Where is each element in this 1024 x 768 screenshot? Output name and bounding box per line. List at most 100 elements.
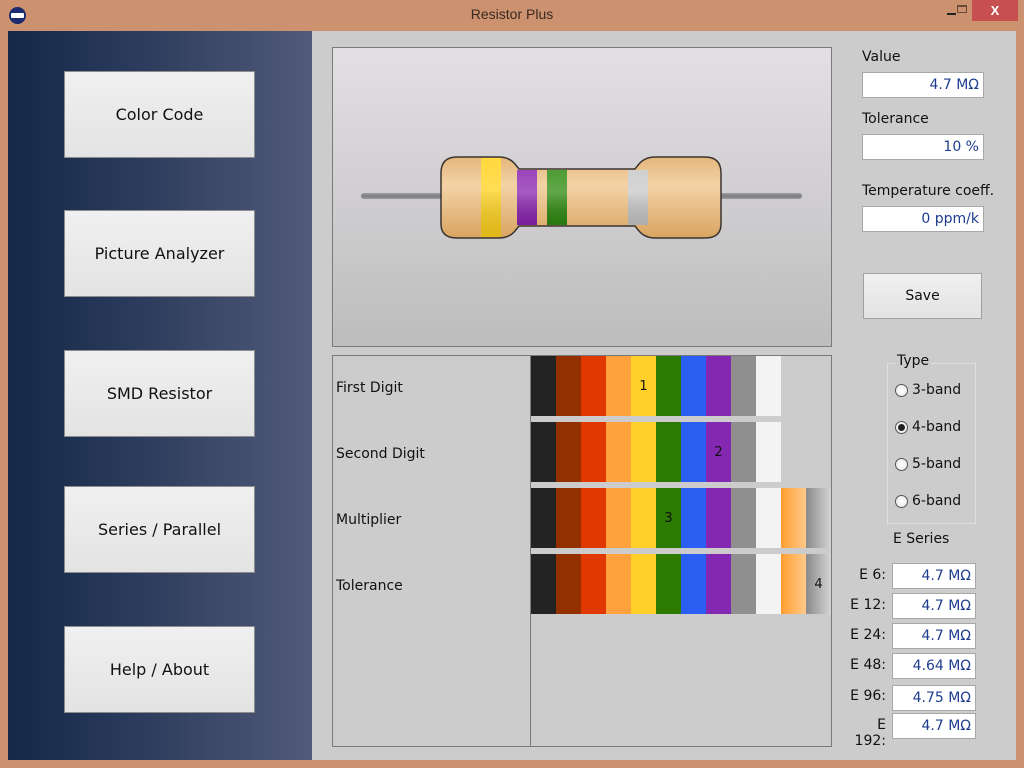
swatch-violet[interactable]: 2 bbox=[706, 422, 731, 482]
swatch-silver[interactable]: 4 bbox=[806, 554, 831, 614]
band-row-first-digit: 1 bbox=[531, 356, 781, 416]
tolerance-field[interactable]: 10 % bbox=[862, 134, 984, 160]
selected-marker: 3 bbox=[664, 510, 673, 526]
swatch-gray[interactable] bbox=[731, 488, 756, 548]
swatch-white[interactable] bbox=[756, 554, 781, 614]
swatch-blue[interactable] bbox=[681, 356, 706, 416]
row-label-first-digit: First Digit bbox=[336, 380, 403, 396]
value-field[interactable]: 4.7 MΩ bbox=[862, 72, 984, 98]
radio-label: 6-band bbox=[912, 493, 962, 509]
radio-label: 4-band bbox=[912, 419, 962, 435]
e48-value[interactable]: 4.64 MΩ bbox=[892, 653, 976, 679]
swatch-brown[interactable] bbox=[556, 488, 581, 548]
band-shading bbox=[628, 170, 648, 225]
tolerance-label: Tolerance bbox=[862, 111, 929, 127]
swatch-blue[interactable] bbox=[681, 422, 706, 482]
swatch-red[interactable] bbox=[581, 488, 606, 548]
swatch-white[interactable] bbox=[756, 488, 781, 548]
color-code-button[interactable]: Color Code bbox=[64, 71, 255, 158]
e6-label: E 6: bbox=[859, 567, 886, 583]
swatch-red[interactable] bbox=[581, 356, 606, 416]
resistor-drawing bbox=[361, 156, 802, 239]
title-bar: Resistor Plus X bbox=[0, 0, 1024, 31]
swatch-black[interactable] bbox=[531, 488, 556, 548]
sidebar: Color Code Picture Analyzer SMD Resistor… bbox=[8, 31, 312, 760]
maximize-button[interactable] bbox=[953, 0, 971, 21]
series-parallel-button[interactable]: Series / Parallel bbox=[64, 486, 255, 573]
radio-label: 3-band bbox=[912, 382, 962, 398]
swatch-green[interactable] bbox=[656, 356, 681, 416]
swatch-white[interactable] bbox=[756, 422, 781, 482]
radio-icon bbox=[895, 494, 908, 508]
tempco-field[interactable]: 0 ppm/k bbox=[862, 206, 984, 232]
e6-value[interactable]: 4.7 MΩ bbox=[892, 563, 976, 589]
close-button[interactable]: X bbox=[972, 0, 1018, 21]
selected-marker: 1 bbox=[639, 378, 648, 394]
e96-value[interactable]: 4.75 MΩ bbox=[892, 685, 976, 711]
selected-marker: 4 bbox=[814, 576, 823, 592]
swatch-silver[interactable] bbox=[806, 488, 831, 548]
band-selector-table: First Digit Second Digit Multiplier Tole… bbox=[332, 355, 832, 747]
swatch-brown[interactable] bbox=[556, 422, 581, 482]
swatch-gold[interactable] bbox=[781, 554, 806, 614]
smd-resistor-button[interactable]: SMD Resistor bbox=[64, 350, 255, 437]
radio-6-band[interactable]: 6-band bbox=[895, 493, 961, 509]
swatch-green[interactable]: 3 bbox=[656, 488, 681, 548]
series-parallel-label: Series / Parallel bbox=[97, 520, 222, 539]
swatch-violet[interactable] bbox=[706, 356, 731, 416]
radio-label: 5-band bbox=[912, 456, 962, 472]
type-legend: Type bbox=[895, 353, 932, 369]
swatch-violet[interactable] bbox=[706, 488, 731, 548]
radio-5-band[interactable]: 5-band bbox=[895, 456, 961, 472]
swatch-yellow[interactable] bbox=[631, 422, 656, 482]
swatch-blue[interactable] bbox=[681, 554, 706, 614]
swatch-orange[interactable] bbox=[606, 554, 631, 614]
swatch-black[interactable] bbox=[531, 422, 556, 482]
swatch-red[interactable] bbox=[581, 554, 606, 614]
save-label: Save bbox=[905, 288, 940, 304]
swatch-gray[interactable] bbox=[731, 554, 756, 614]
swatch-violet[interactable] bbox=[706, 554, 731, 614]
e24-value[interactable]: 4.7 MΩ bbox=[892, 623, 976, 649]
lead-left bbox=[361, 193, 445, 199]
e48-label: E 48: bbox=[850, 657, 886, 673]
e192-value[interactable]: 4.7 MΩ bbox=[892, 713, 976, 739]
radio-3-band[interactable]: 3-band bbox=[895, 382, 961, 398]
radio-4-band[interactable]: 4-band bbox=[895, 419, 961, 435]
swatch-yellow[interactable] bbox=[631, 488, 656, 548]
band-shading bbox=[517, 170, 537, 225]
swatch-orange[interactable] bbox=[606, 488, 631, 548]
swatch-gray[interactable] bbox=[731, 356, 756, 416]
swatch-black[interactable] bbox=[531, 356, 556, 416]
help-about-button[interactable]: Help / About bbox=[64, 626, 255, 713]
swatch-green[interactable] bbox=[656, 422, 681, 482]
close-icon: X bbox=[990, 3, 1000, 18]
band-row-multiplier: 3 bbox=[531, 488, 831, 548]
row-label-second-digit: Second Digit bbox=[336, 446, 425, 462]
band-row-tolerance: 4 bbox=[531, 554, 831, 614]
swatch-white[interactable] bbox=[756, 356, 781, 416]
swatch-yellow[interactable]: 1 bbox=[631, 356, 656, 416]
help-about-label: Help / About bbox=[109, 660, 210, 679]
color-code-label: Color Code bbox=[115, 105, 204, 124]
tempco-label: Temperature coeff. bbox=[862, 183, 995, 199]
picture-analyzer-button[interactable]: Picture Analyzer bbox=[64, 210, 255, 297]
swatch-gray[interactable] bbox=[731, 422, 756, 482]
smd-resistor-label: SMD Resistor bbox=[106, 384, 213, 403]
swatch-blue[interactable] bbox=[681, 488, 706, 548]
save-button[interactable]: Save bbox=[863, 273, 982, 319]
swatch-green[interactable] bbox=[656, 554, 681, 614]
window-title: Resistor Plus bbox=[470, 6, 554, 22]
e12-value[interactable]: 4.7 MΩ bbox=[892, 593, 976, 619]
maximize-icon bbox=[957, 4, 967, 13]
swatch-black[interactable] bbox=[531, 554, 556, 614]
swatch-orange[interactable] bbox=[606, 356, 631, 416]
swatch-yellow[interactable] bbox=[631, 554, 656, 614]
radio-icon bbox=[895, 383, 908, 397]
swatch-brown[interactable] bbox=[556, 356, 581, 416]
swatch-brown[interactable] bbox=[556, 554, 581, 614]
value-label: Value bbox=[862, 49, 901, 65]
swatch-orange[interactable] bbox=[606, 422, 631, 482]
swatch-red[interactable] bbox=[581, 422, 606, 482]
swatch-gold[interactable] bbox=[781, 488, 806, 548]
